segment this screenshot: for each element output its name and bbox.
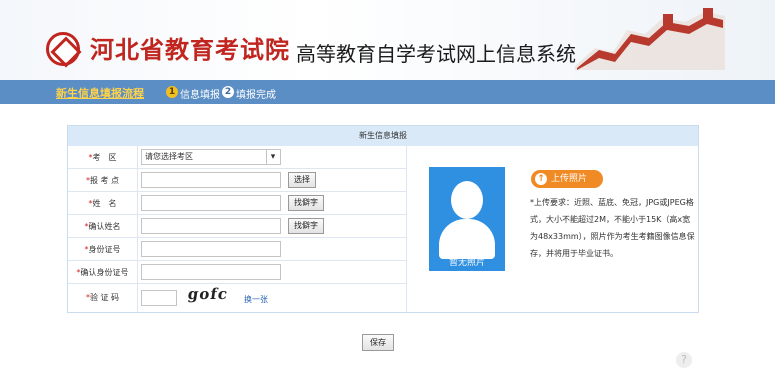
avatar-body-icon	[439, 219, 495, 259]
brand-name: 河北省教育考试院	[90, 36, 290, 64]
district-label-text: 考 区	[92, 153, 117, 162]
exam-site-label: *报 考 点	[68, 169, 138, 192]
great-wall-icon	[575, 8, 725, 70]
step-2-label: 填报完成	[236, 90, 276, 101]
exam-site-label-text: 报 考 点	[89, 176, 120, 185]
nav-process-link[interactable]: 新生信息填报流程	[56, 85, 144, 101]
confirm-id-label-text: 确认身份证号	[80, 268, 129, 277]
captcha-label-text: 验 证 码	[89, 293, 120, 302]
upload-requirements: *上传要求：近照、蓝底、免冠，JPG或JPEG格式，大小不能超过2M，不能小于1…	[530, 198, 695, 258]
save-button[interactable]: 保存	[362, 334, 394, 351]
system-name: 高等教育自学考试网上信息系统	[296, 42, 576, 66]
district-label: *考 区	[68, 146, 138, 169]
upload-photo-label: 上传照片	[551, 174, 588, 184]
name-label: *姓 名	[68, 192, 138, 215]
id-number-label: *身份证号	[68, 238, 138, 261]
no-photo-text: 暂无照片	[448, 258, 485, 268]
upload-icon: ↑	[535, 173, 547, 185]
rare-char-button[interactable]: 找僻字	[288, 195, 324, 211]
row-captcha: *验 证 码 gofc 换一张	[68, 284, 406, 312]
form-title: 新生信息填报	[68, 126, 698, 146]
row-confirm-id: *确认身份证号	[68, 261, 406, 284]
exam-site-input[interactable]	[141, 172, 281, 188]
refresh-captcha-link[interactable]: 换一张	[244, 294, 268, 305]
upload-photo-button[interactable]: ↑ 上传照片	[531, 170, 603, 188]
row-confirm-name: *确认姓名 找僻字	[68, 215, 406, 238]
help-icon[interactable]: ?	[676, 352, 692, 368]
avatar-head-icon	[451, 181, 483, 219]
logo-emblem-icon	[46, 32, 80, 66]
row-district: *考 区 请您选择考区 ▾	[68, 146, 406, 169]
row-name: *姓 名 找僻字	[68, 192, 406, 215]
chevron-down-icon[interactable]: ▾	[266, 150, 279, 164]
row-id-number: *身份证号	[68, 238, 406, 261]
select-site-button[interactable]: 选择	[288, 172, 316, 188]
form-panel: 新生信息填报 *考 区 请您选择考区 ▾ *报 考 点 选择 *姓 名 找僻字 …	[67, 125, 699, 313]
captcha-label: *验 证 码	[68, 284, 138, 312]
step-2-number: 2	[222, 86, 234, 98]
page: 河北省教育考试院 高等教育自学考试网上信息系统 新生信息填报流程 1 信息填报 …	[0, 0, 775, 372]
header: 河北省教育考试院 高等教育自学考试网上信息系统	[0, 0, 775, 80]
confirm-name-label: *确认姓名	[68, 215, 138, 238]
id-number-label-text: 身份证号	[88, 245, 121, 254]
step-1-label: 信息填报	[180, 90, 220, 101]
confirm-id-label: *确认身份证号	[68, 261, 138, 284]
district-select[interactable]: 请您选择考区	[141, 149, 281, 165]
id-number-input[interactable]	[141, 241, 281, 257]
name-label-text: 姓 名	[92, 199, 117, 208]
confirm-id-input[interactable]	[141, 264, 281, 280]
name-input[interactable]	[141, 195, 281, 211]
column-divider	[406, 146, 407, 312]
captcha-image[interactable]: gofc	[187, 285, 230, 303]
confirm-name-input[interactable]	[141, 218, 281, 234]
row-exam-site: *报 考 点 选择	[68, 169, 406, 192]
confirm-rare-char-button[interactable]: 找僻字	[288, 218, 324, 234]
nav-bar: 新生信息填报流程 1 信息填报 2 填报完成	[0, 80, 775, 104]
step-1-number: 1	[166, 86, 178, 98]
photo-placeholder: 暂无照片	[429, 167, 505, 271]
captcha-input[interactable]	[141, 290, 177, 306]
confirm-name-label-text: 确认姓名	[88, 222, 121, 231]
